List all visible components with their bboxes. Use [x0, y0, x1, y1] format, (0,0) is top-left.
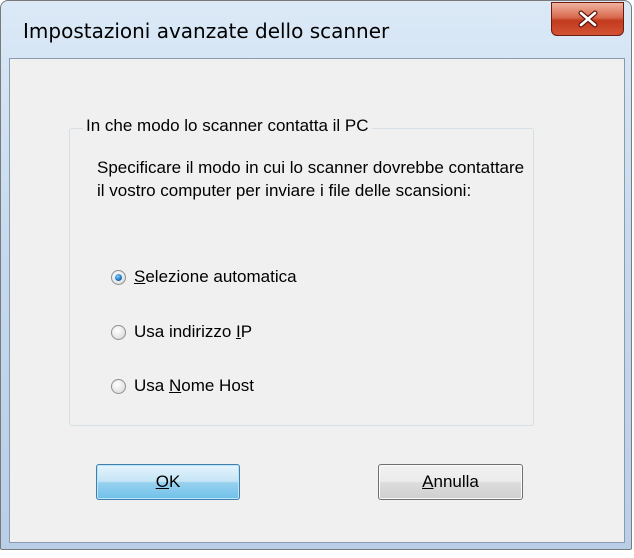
label-accelerator: A — [422, 472, 434, 491]
label-accelerator: N — [168, 376, 182, 395]
radio-usa-nome-host[interactable]: Usa Nome Host — [111, 376, 254, 396]
radio-selezione-automatica[interactable]: Selezione automatica — [111, 267, 297, 287]
radio-label: Usa indirizzo IP — [134, 322, 252, 342]
label-suffix: nnulla — [433, 472, 479, 491]
dialog-client-area: In che modo lo scanner contatta il PC Sp… — [9, 58, 625, 543]
radio-usa-indirizzo-ip[interactable]: Usa indirizzo IP — [111, 322, 252, 342]
radio-button[interactable] — [111, 378, 126, 394]
window-title: Impostazioni avanzate dello scanner — [23, 19, 390, 43]
label-accelerator: O — [155, 472, 169, 491]
label-suffix: K — [168, 472, 181, 491]
radio-label: Usa Nome Host — [134, 376, 254, 396]
cancel-button-label: Annulla — [422, 472, 479, 492]
label-prefix: Usa — [134, 376, 169, 395]
dialog-window: Impostazioni avanzate dello scanner In c… — [0, 0, 632, 550]
ok-button[interactable]: OK — [96, 464, 240, 500]
radio-button[interactable] — [111, 269, 126, 285]
label-suffix: P — [240, 322, 253, 341]
close-icon — [578, 10, 597, 28]
label-suffix: ome Host — [181, 376, 254, 395]
contact-mode-groupbox: In che modo lo scanner contatta il PC Sp… — [69, 116, 534, 426]
label-suffix: elezione automatica — [145, 267, 297, 286]
groupbox-legend: In che modo lo scanner contatta il PC — [83, 116, 372, 136]
close-button[interactable] — [551, 2, 624, 36]
radio-label: Selezione automatica — [134, 267, 297, 287]
ok-button-label: OK — [156, 472, 181, 492]
cancel-button[interactable]: Annulla — [378, 464, 523, 500]
description-text: Specificare il modo in cui lo scanner do… — [97, 158, 525, 200]
radio-button[interactable] — [111, 324, 126, 340]
label-prefix: Usa indirizzo — [134, 322, 237, 341]
label-accelerator: S — [134, 267, 146, 286]
radio-selected-dot — [115, 273, 122, 281]
